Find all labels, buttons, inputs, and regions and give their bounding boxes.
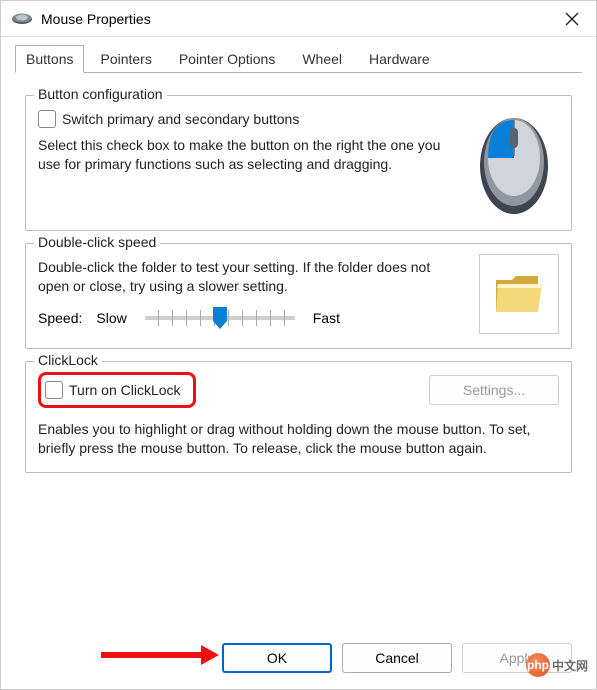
button-configuration-group: Button configuration Switch primary and … [25,95,572,231]
tab-pointer-options[interactable]: Pointer Options [168,45,287,73]
speed-slider[interactable] [145,316,295,320]
window-title: Mouse Properties [41,11,558,27]
tab-content: Button configuration Switch primary and … [1,73,596,495]
switch-buttons-row[interactable]: Switch primary and secondary buttons [38,110,451,128]
slider-thumb-icon [213,307,227,329]
tab-buttons[interactable]: Buttons [15,45,84,73]
button-config-description: Select this check box to make the button… [38,136,451,174]
annotation-arrow [101,645,219,665]
clicklock-settings-button: Settings... [429,375,559,405]
close-button[interactable] [558,5,586,33]
close-icon [565,12,579,26]
watermark: php 中文网 [526,653,588,677]
fast-label: Fast [313,310,340,326]
speed-label: Speed: [38,310,82,326]
tab-wheel[interactable]: Wheel [291,45,353,73]
titlebar: Mouse Properties [1,1,596,37]
tab-pointers[interactable]: Pointers [89,45,162,73]
mouse-icon [11,12,33,26]
tab-strip: Buttons Pointers Pointer Options Wheel H… [1,37,596,73]
switch-buttons-label: Switch primary and secondary buttons [62,111,299,127]
tab-hardware[interactable]: Hardware [358,45,441,73]
test-folder[interactable] [479,254,559,334]
watermark-text: 中文网 [552,657,588,674]
clicklock-checkbox[interactable] [45,381,63,399]
clicklock-group: ClickLock Turn on ClickLock Settings... … [25,361,572,473]
mouse-preview-icon [469,106,559,216]
ok-button[interactable]: OK [222,643,332,673]
annotation-highlight: Turn on ClickLock [38,372,196,408]
clicklock-legend: ClickLock [34,352,102,368]
double-click-speed-group: Double-click speed Double-click the fold… [25,243,572,349]
dialog-button-row: OK Cancel Apply [1,643,596,673]
slow-label: Slow [96,310,126,326]
switch-buttons-checkbox[interactable] [38,110,56,128]
clicklock-description: Enables you to highlight or drag without… [38,420,559,458]
clicklock-row[interactable]: Turn on ClickLock [45,381,181,399]
double-click-description: Double-click the folder to test your set… [38,258,461,296]
folder-icon [494,272,544,316]
button-config-legend: Button configuration [34,86,167,102]
watermark-badge: php [526,653,550,677]
double-click-legend: Double-click speed [34,234,160,250]
clicklock-label: Turn on ClickLock [69,382,181,398]
cancel-button[interactable]: Cancel [342,643,452,673]
